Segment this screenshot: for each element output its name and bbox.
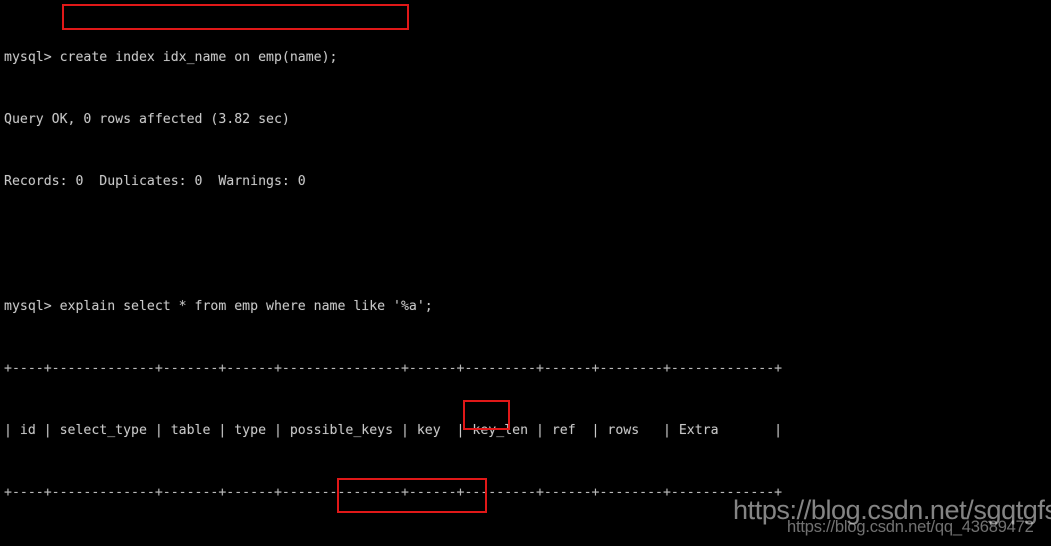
table-header-row: | id | select_type | table | type | poss… bbox=[4, 423, 783, 438]
terminal-line: Records: 0 Duplicates: 0 Warnings: 0 bbox=[4, 174, 306, 189]
terminal-line: mysql> create index idx_name on emp(name… bbox=[4, 49, 338, 65]
table-rule: +----+-------------+-------+------+-----… bbox=[4, 360, 783, 376]
terminal-line: Query OK, 0 rows affected (3.82 sec) bbox=[4, 111, 290, 127]
terminal-window[interactable]: mysql> create index idx_name on emp(name… bbox=[0, 0, 1051, 546]
terminal-output: mysql> create index idx_name on emp(name… bbox=[4, 6, 814, 546]
watermark-secondary: https://blog.csdn.net/qq_43689472 bbox=[787, 518, 1034, 536]
terminal-line: mysql> explain select * from emp where n… bbox=[4, 298, 433, 314]
table-rule: +----+-------------+-------+------+-----… bbox=[4, 485, 783, 501]
